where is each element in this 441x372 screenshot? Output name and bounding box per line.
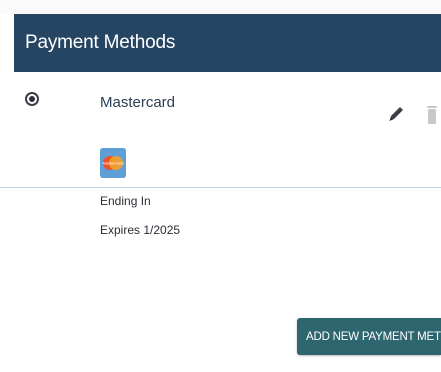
delete-payment-method-button[interactable] (424, 104, 440, 128)
top-strip (0, 0, 441, 14)
card-expiry-label: Expires 1/2025 (100, 223, 181, 237)
trash-icon (427, 106, 437, 124)
add-new-payment-method-button[interactable]: ADD NEW PAYMENT METHOD (297, 318, 441, 355)
mastercard-logo-icon: MasterCard (100, 148, 126, 178)
edit-payment-method-button[interactable] (386, 104, 406, 124)
card-ending-label: Ending In (100, 194, 151, 208)
radio-selected-dot (29, 96, 35, 102)
pencil-icon (389, 107, 403, 121)
card-name: Mastercard (100, 94, 176, 111)
section-divider (0, 187, 441, 188)
payment-methods-header: Payment Methods (14, 14, 441, 72)
page-title: Payment Methods (25, 32, 176, 53)
payment-methods-page: Payment Methods Mastercard MasterCard En… (0, 0, 441, 372)
payment-method-radio[interactable] (25, 92, 39, 106)
svg-text:MasterCard: MasterCard (103, 161, 124, 166)
